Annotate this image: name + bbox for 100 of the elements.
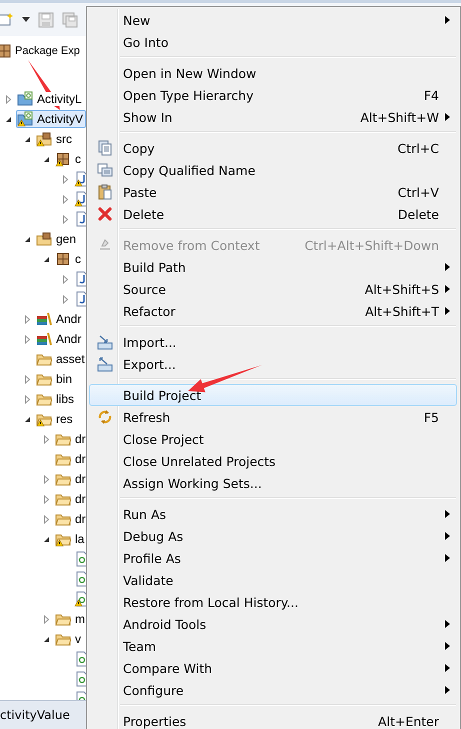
expand-toggle[interactable] (22, 394, 32, 404)
expand-toggle[interactable] (42, 614, 50, 624)
tree-item[interactable]: c (54, 250, 84, 268)
tree-item[interactable]: m (54, 610, 88, 628)
source-icon (36, 231, 52, 247)
tree-item[interactable]: dr (54, 490, 89, 508)
menu-item[interactable]: Run As (89, 503, 457, 525)
import-icon (97, 334, 113, 350)
menu-item[interactable]: Export... (89, 353, 457, 375)
library-icon (36, 331, 52, 347)
save-all-icon[interactable] (62, 12, 78, 28)
menu-item[interactable]: Restore from Local History... (89, 591, 457, 613)
status-text: ctivityValue (0, 708, 70, 722)
menu-item[interactable]: Go Into (89, 31, 457, 53)
expand-toggle[interactable] (42, 514, 50, 524)
tree-label: Andr (56, 312, 82, 326)
menu-item[interactable]: Debug As (89, 525, 457, 547)
menu-item[interactable]: Build Path (89, 256, 457, 278)
expand-toggle[interactable] (60, 194, 70, 204)
expand-toggle[interactable] (42, 254, 50, 264)
tree-label: ActivityV (37, 112, 84, 126)
expand-toggle[interactable] (22, 134, 32, 144)
expand-toggle[interactable] (60, 214, 70, 224)
refresh-icon (97, 409, 113, 425)
menu-item[interactable]: Close Project (89, 428, 457, 450)
menu-item[interactable]: Compare With (89, 657, 457, 679)
tree-label: ActivityL (37, 92, 82, 106)
copy-icon (97, 140, 113, 156)
expand-toggle[interactable] (4, 94, 12, 104)
new-wizard-icon[interactable] (0, 12, 14, 28)
tree-label: bin (56, 372, 72, 386)
expand-toggle[interactable] (22, 314, 32, 324)
tree-label: dr (75, 472, 86, 486)
menu-item[interactable]: Build Project (89, 384, 457, 406)
expand-toggle[interactable] (42, 534, 50, 544)
menu-item[interactable]: Assign Working Sets... (89, 472, 457, 494)
tree-item[interactable]: gen (35, 230, 80, 248)
tree-item[interactable]: bin (35, 370, 76, 388)
tree-item[interactable]: Andr (35, 330, 84, 348)
expand-toggle[interactable] (42, 434, 50, 444)
menu-item[interactable]: Refresh F5 (89, 406, 457, 428)
menu-item[interactable]: Copy Ctrl+C (89, 137, 457, 159)
delete-icon (97, 206, 113, 222)
tree-item[interactable]: dr (54, 470, 89, 488)
project-icon (17, 111, 33, 127)
menu-item[interactable]: Configure (89, 679, 457, 701)
tree-item[interactable]: dr (54, 510, 89, 528)
expand-toggle[interactable] (42, 154, 50, 164)
tree-label: dr (75, 492, 86, 506)
expand-toggle[interactable] (60, 294, 70, 304)
dropdown-caret-icon[interactable] (22, 17, 30, 22)
expand-toggle[interactable] (42, 634, 50, 644)
remove-icon (97, 237, 113, 253)
paste-icon (97, 184, 113, 200)
menu-item[interactable]: Properties Alt+Enter (89, 710, 457, 729)
expand-toggle[interactable] (42, 494, 50, 504)
library-icon (36, 311, 52, 327)
menu-item[interactable]: Open Type Hierarchy F4 (89, 84, 457, 106)
menu-item[interactable]: Import... (89, 331, 457, 353)
expand-toggle[interactable] (22, 414, 32, 424)
source-icon (36, 131, 52, 147)
tree-label: dr (75, 512, 86, 526)
tree-item[interactable]: src (35, 130, 75, 148)
view-title[interactable]: Package Exp (15, 45, 80, 57)
tree-item[interactable]: asset (35, 350, 88, 368)
menu-item[interactable]: Close Unrelated Projects (89, 450, 457, 472)
tree-label: asset (56, 352, 85, 366)
tree-item[interactable]: c (54, 150, 84, 168)
tree-label: libs (56, 392, 74, 406)
copy-name-icon (97, 162, 113, 178)
tree-item[interactable]: dr (54, 450, 89, 468)
tree-item[interactable]: libs (35, 390, 78, 408)
expand-toggle[interactable] (60, 274, 70, 284)
expand-toggle[interactable] (22, 374, 32, 384)
save-icon[interactable] (38, 12, 54, 28)
expand-toggle[interactable] (22, 334, 32, 344)
menu-item[interactable]: Paste Ctrl+V (89, 181, 457, 203)
expand-toggle[interactable] (60, 174, 70, 184)
tree-label: dr (75, 452, 86, 466)
menu-item[interactable]: Validate (89, 569, 457, 591)
menu-item[interactable]: Show In Alt+Shift+W (89, 106, 457, 128)
tree-item[interactable]: ActivityV (16, 110, 86, 128)
menu-item[interactable]: Refactor Alt+Shift+T (89, 300, 457, 322)
menu-item[interactable]: Source Alt+Shift+S (89, 278, 457, 300)
menu-item[interactable]: Profile As (89, 547, 457, 569)
tree-item[interactable]: la (54, 530, 88, 548)
menu-item[interactable]: Team (89, 635, 457, 657)
menu-item[interactable]: Open in New Window (89, 62, 457, 84)
menu-item[interactable]: Copy Qualified Name (89, 159, 457, 181)
tree-item[interactable]: v (54, 630, 84, 648)
tree-item[interactable]: Andr (35, 310, 84, 328)
menu-item[interactable]: Delete Delete (89, 203, 457, 225)
expand-toggle[interactable] (4, 114, 12, 124)
tree-label: Andr (56, 332, 82, 346)
menu-item[interactable]: Android Tools (89, 613, 457, 635)
tree-item[interactable]: ActivityL (16, 90, 85, 108)
expand-toggle[interactable] (42, 474, 50, 484)
expand-toggle[interactable] (22, 234, 32, 244)
tree-item[interactable]: res (35, 410, 76, 428)
tree-item[interactable]: dr (54, 430, 89, 448)
